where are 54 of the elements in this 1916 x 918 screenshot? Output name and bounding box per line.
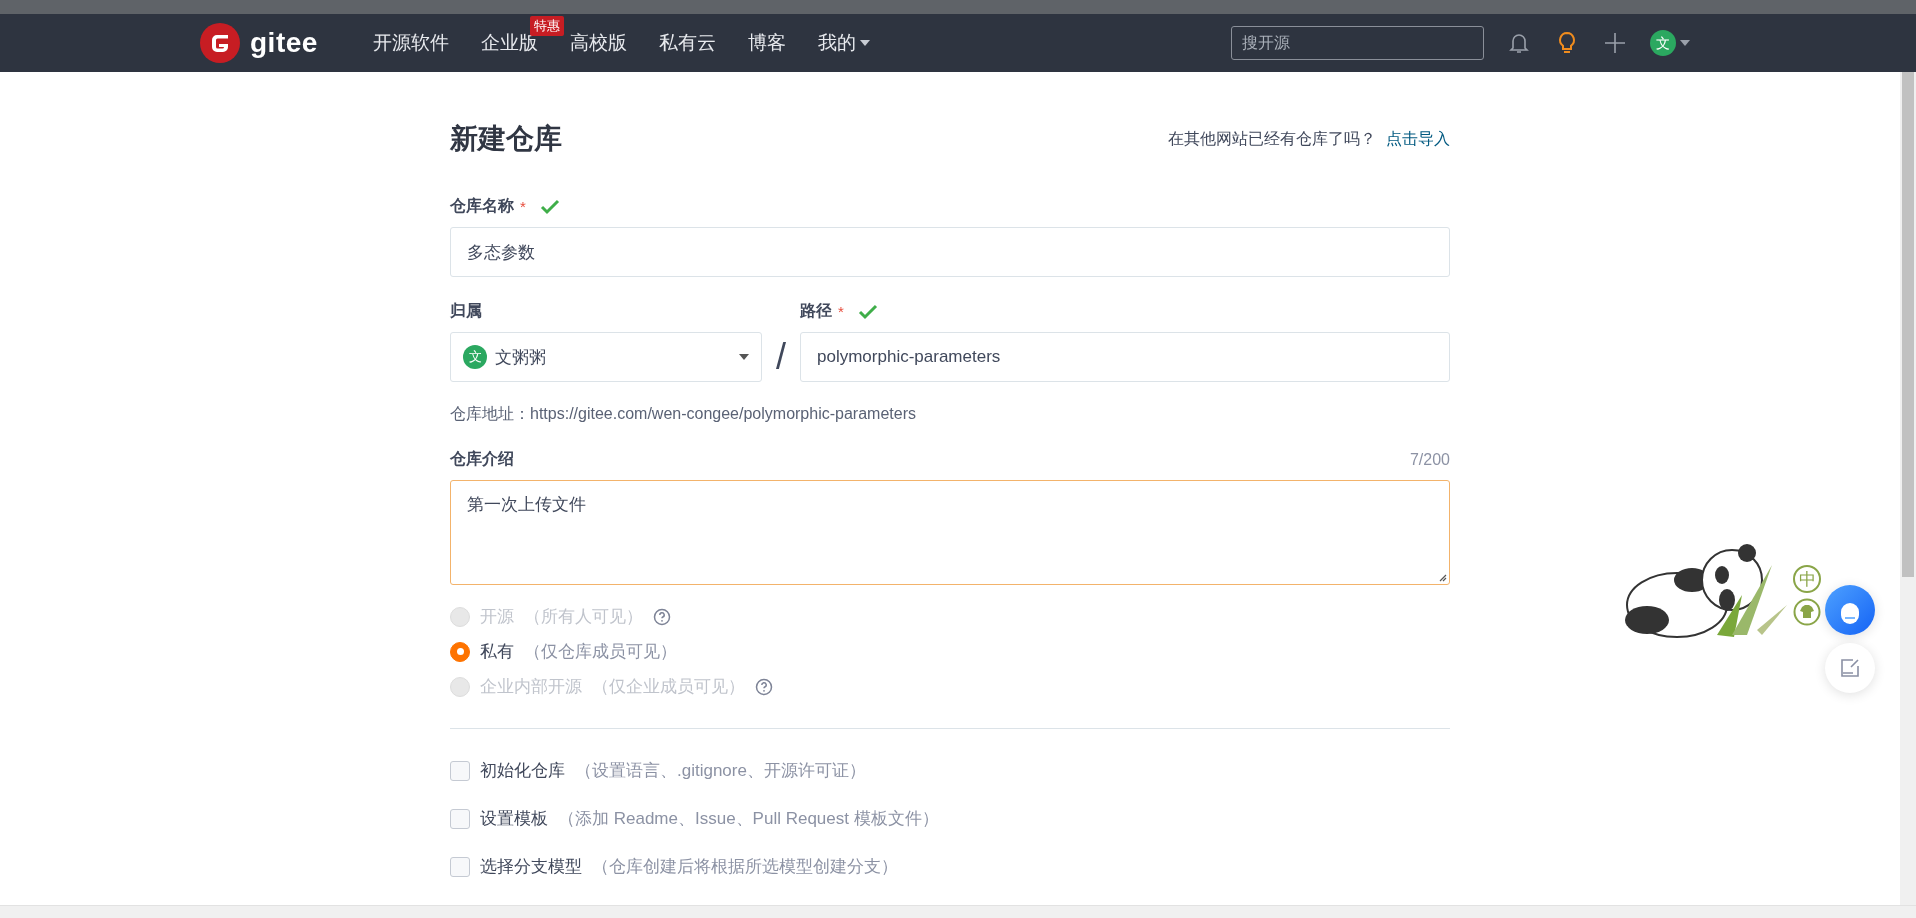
nav-link[interactable]: 博客 <box>747 30 786 56</box>
caret-icon <box>1680 40 1690 46</box>
option-hint: （添加 Readme、Issue、Pull Request 模板文件） <box>558 808 939 830</box>
option-hint: （仓库创建后将根据所选模型创建分支） <box>592 856 898 878</box>
path-separator: / <box>775 335 787 379</box>
import-prompt: 在其他网站已经有仓库了吗？ <box>1168 129 1376 147</box>
horizontal-scrollbar[interactable] <box>0 905 1916 918</box>
option-label: 设置模板 <box>480 808 548 830</box>
path-field[interactable]: polymorphic-parameters <box>800 332 1450 382</box>
checkbox[interactable] <box>450 856 470 877</box>
option-label: 私有 <box>480 641 514 663</box>
promo-badge: 特惠 <box>529 16 564 36</box>
search-field[interactable]: 搜开源 <box>1231 26 1484 60</box>
import-link[interactable]: 点击导入 <box>1386 129 1450 147</box>
nav-link[interactable]: 私有云 <box>658 30 716 56</box>
char-counter: 7/200 <box>1409 450 1450 469</box>
vertical-scrollbar[interactable] <box>1900 72 1916 905</box>
field-label: 路径 <box>800 301 832 321</box>
field-label: 归属 <box>450 301 482 321</box>
description-field[interactable]: 第一次上传文件 <box>450 480 1450 585</box>
repo-name-field[interactable]: 多态参数 <box>450 227 1450 277</box>
repo-address: 仓库地址：https://gitee.com/wen-congee/polymorphic-parameters <box>450 404 917 424</box>
edit-icon <box>1839 657 1861 679</box>
plus-icon[interactable] <box>1602 30 1628 56</box>
page-title: 新建仓库 <box>450 122 562 156</box>
checkbox[interactable] <box>450 760 470 781</box>
checkbox[interactable] <box>450 808 470 829</box>
option-label: 初始化仓库 <box>480 760 565 782</box>
option-hint: （仅仓库成员可见） <box>524 641 677 663</box>
scrollbar-thumb[interactable] <box>1902 72 1914 577</box>
option-hint: （设置语言、.gitignore、开源许可证） <box>575 760 866 782</box>
caret-icon <box>739 354 749 360</box>
support-button[interactable] <box>1825 585 1875 635</box>
field-label: 仓库介绍 <box>450 449 514 469</box>
required-mark: * <box>838 303 844 320</box>
owner-name: 文粥粥 <box>495 346 546 369</box>
owner-select[interactable]: 文 文粥粥 <box>450 332 762 382</box>
option-label: 开源 <box>480 606 514 628</box>
shirt-icon[interactable] <box>1793 598 1821 626</box>
logo-text[interactable]: gitee <box>250 27 318 59</box>
option-label: 选择分支模型 <box>480 856 582 878</box>
radio-button[interactable] <box>450 641 470 662</box>
gitee-logo-icon[interactable] <box>200 23 240 63</box>
owner-avatar: 文 <box>463 345 487 369</box>
option-label: 企业内部开源 <box>480 676 582 698</box>
field-label: 仓库名称 <box>450 196 514 216</box>
option-hint: （仅企业成员可见） <box>592 676 745 698</box>
nav-link[interactable]: 高校版 <box>569 30 627 56</box>
required-mark: * <box>520 198 526 215</box>
option-hint: （所有人可见） <box>524 606 643 628</box>
resize-grip-icon[interactable] <box>1437 572 1447 582</box>
nav-link[interactable]: 我的 <box>817 30 870 56</box>
nav-link[interactable]: 开源软件 <box>372 30 449 56</box>
feedback-button[interactable] <box>1825 643 1875 693</box>
